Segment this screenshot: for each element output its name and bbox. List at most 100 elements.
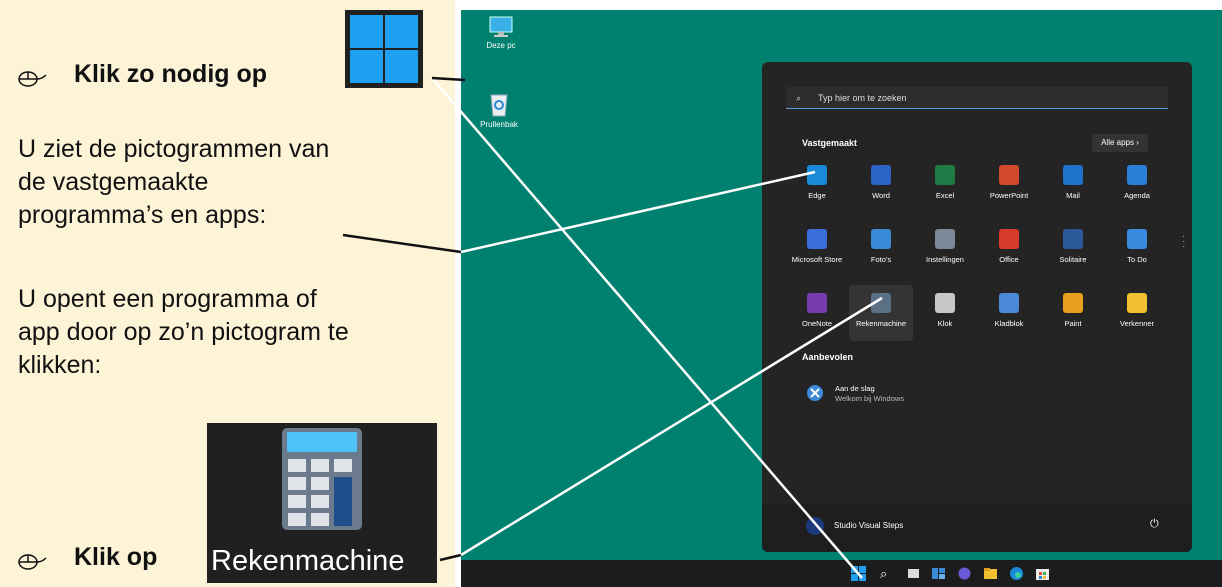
start-menu-footer: Studio Visual Steps ⏻ [762, 504, 1192, 552]
search-input[interactable]: ⌕ Typ hier om te zoeken [786, 87, 1168, 109]
app-icon [1063, 293, 1083, 313]
paragraph-open-app: U opent een programma of app door op zo’… [18, 283, 349, 382]
windows-start-icon-large [345, 10, 423, 88]
power-icon[interactable]: ⏻ [1150, 518, 1159, 531]
app-label: Excel [935, 191, 955, 200]
recommended-title: Aan de slag [835, 384, 875, 393]
widgets-icon[interactable] [931, 566, 946, 581]
app-label: Instellingen [926, 255, 964, 264]
pinned-app-kladblok[interactable]: Kladblok [977, 285, 1041, 341]
search-placeholder: Typ hier om te zoeken [818, 93, 907, 103]
pinned-app-paint[interactable]: Paint [1041, 285, 1105, 341]
step-click-start: Klik zo nodig op [18, 60, 267, 89]
para1-line3: programma’s en apps: [18, 201, 267, 229]
file-explorer-icon[interactable] [983, 566, 998, 581]
pinned-app-solitaire[interactable]: Solitaire [1041, 221, 1105, 277]
get-started-icon [807, 385, 823, 401]
mouse-icon [18, 66, 48, 87]
pinned-app-klok[interactable]: Klok [913, 285, 977, 341]
pinned-app-onenote[interactable]: OneNote [785, 285, 849, 341]
app-label: Paint [1064, 319, 1082, 328]
search-icon: ⌕ [796, 93, 802, 103]
pinned-app-edge[interactable]: Edge [785, 157, 849, 213]
app-icon [999, 165, 1019, 185]
pinned-app-verkenner[interactable]: Verkenner [1105, 285, 1169, 341]
chat-icon[interactable] [957, 566, 972, 581]
pinned-app-microsoft-store[interactable]: Microsoft Store [785, 221, 849, 277]
app-label: Microsoft Store [791, 255, 843, 264]
app-icon [871, 293, 891, 313]
monitor-icon [489, 16, 513, 37]
avatar[interactable] [806, 517, 824, 535]
pinned-app-office[interactable]: Office [977, 221, 1041, 277]
start-button[interactable] [851, 566, 866, 581]
app-label: Rekenmachine [855, 319, 907, 328]
para2-line2: app door op zo’n pictogram te [18, 318, 349, 346]
mouse-icon [18, 549, 48, 570]
desktop-icon-this-pc[interactable]: Deze pc [471, 15, 531, 50]
pinned-app-foto-s[interactable]: Foto's [849, 221, 913, 277]
pinned-app-word[interactable]: Word [849, 157, 913, 213]
app-icon [807, 293, 827, 313]
store-icon[interactable] [1035, 566, 1050, 581]
pinned-app-agenda[interactable]: Agenda [1105, 157, 1169, 213]
app-icon [1127, 229, 1147, 249]
pinned-app-mail[interactable]: Mail [1041, 157, 1105, 213]
app-label: Mail [1066, 191, 1080, 200]
pinned-app-instellingen[interactable]: Instellingen [913, 221, 977, 277]
taskbar-search-icon[interactable]: ⌕ [880, 566, 895, 581]
recommended-heading: Aanbevolen [802, 352, 854, 362]
more-dots-icon[interactable]: · · · [1182, 232, 1185, 252]
para2-line1: U opent een programma of [18, 285, 317, 313]
recommended-subtitle: Welkom bij Windows [835, 394, 905, 403]
paragraph-pinned: U ziet de pictogrammen van de vastgemaak… [18, 133, 329, 232]
para1-line1: U ziet de pictogrammen van [18, 135, 330, 163]
recycle-bin-icon [490, 94, 508, 117]
app-icon [999, 293, 1019, 313]
desktop-icon-recycle-bin[interactable]: Prullenbak [469, 90, 529, 129]
step-click-calculator: Klik op [18, 543, 157, 572]
start-menu: ⌕ Typ hier om te zoeken Vastgemaakt Alle… [762, 62, 1192, 552]
app-label: Word [872, 191, 890, 200]
app-label: OneNote [801, 319, 833, 328]
para1-line2: de vastgemaakte [18, 168, 209, 196]
app-label: Agenda [1124, 191, 1150, 200]
app-label: Solitaire [1059, 255, 1087, 264]
app-icon [935, 293, 955, 313]
step1-text: Klik zo nodig op [74, 60, 268, 88]
calculator-label-large: Rekenmachine [207, 539, 437, 583]
desktop-icon-label: Prullenbak [480, 120, 518, 129]
app-label: To Do [1127, 255, 1147, 264]
app-icon [1127, 165, 1147, 185]
app-icon [935, 229, 955, 249]
task-view-icon[interactable] [906, 566, 921, 581]
instruction-panel: Klik zo nodig op U ziet de pictogrammen … [0, 0, 455, 587]
app-icon [1127, 293, 1147, 313]
app-label: Klok [937, 319, 953, 328]
pinned-heading: Vastgemaakt [802, 138, 858, 148]
app-icon [871, 229, 891, 249]
para2-line3: klikken: [18, 351, 102, 379]
app-label: Office [999, 255, 1019, 264]
pinned-app-rekenmachine[interactable]: Rekenmachine [849, 285, 913, 341]
pinned-app-to-do[interactable]: To Do [1105, 221, 1169, 277]
desktop-icon-label: Deze pc [486, 41, 516, 50]
pinned-app-powerpoint[interactable]: PowerPoint [977, 157, 1041, 213]
calculator-icon-large [207, 423, 437, 539]
app-icon [999, 229, 1019, 249]
app-label: Verkenner [1119, 319, 1155, 328]
app-icon [807, 165, 827, 185]
taskbar: ⌕ [461, 560, 1222, 587]
user-name[interactable]: Studio Visual Steps [834, 521, 903, 530]
pinned-app-excel[interactable]: Excel [913, 157, 977, 213]
app-label: Kladblok [994, 319, 1024, 328]
all-apps-button[interactable]: Alle apps › [1092, 134, 1148, 152]
app-icon [1063, 229, 1083, 249]
step2-text: Klik op [74, 543, 158, 571]
app-icon [807, 229, 827, 249]
app-icon [935, 165, 955, 185]
edge-icon[interactable] [1009, 566, 1024, 581]
app-label: Edge [808, 191, 826, 200]
app-icon [871, 165, 891, 185]
app-label: PowerPoint [989, 191, 1029, 200]
